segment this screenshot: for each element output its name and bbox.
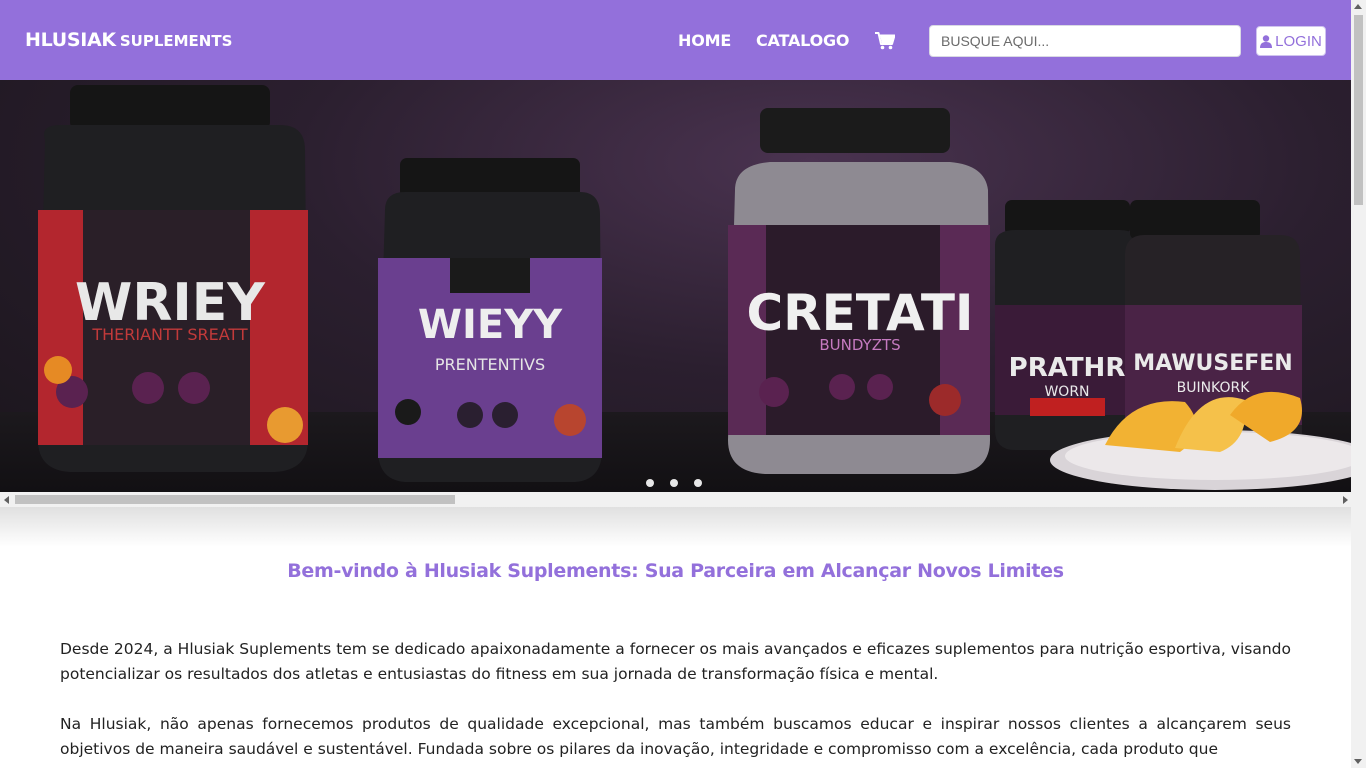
carousel-dot-2[interactable] xyxy=(670,479,678,487)
user-icon xyxy=(1260,34,1273,48)
product-name-3: CRETATI xyxy=(746,284,973,342)
carousel-dot-1[interactable] xyxy=(646,479,654,487)
section-shadow xyxy=(0,507,1351,547)
product-jar-3: CRETATI BUNDYZTS xyxy=(728,108,990,474)
product-sub-4: WORN xyxy=(1044,384,1089,400)
brand-main: HLUSIAK xyxy=(25,29,116,51)
product-jar-2: WIEYY PRENTENTIVS xyxy=(378,158,602,482)
scroll-down-icon[interactable] xyxy=(1354,759,1362,764)
nav-link-home[interactable]: HOME xyxy=(678,31,731,50)
welcome-title: Bem-vindo à Hlusiak Suplements: Sua Parc… xyxy=(287,560,1064,582)
product-sub-5: BUINKORK xyxy=(1177,380,1251,396)
product-sub-2: PRENTENTIVS xyxy=(435,355,545,374)
about-paragraph-1: Desde 2024, a Hlusiak Suplements tem se … xyxy=(60,640,1291,683)
product-jar-1: WRIEY THERIANTT SREATT xyxy=(38,85,308,472)
brand-logo[interactable]: HLUSIAK SUPLEMENTS xyxy=(25,29,232,51)
about-paragraph-2: Na Hlusiak, não apenas fornecemos produt… xyxy=(60,715,1291,758)
scroll-right-icon[interactable] xyxy=(1343,496,1348,504)
search-input[interactable] xyxy=(929,25,1241,57)
product-sub-1: THERIANTT SREATT xyxy=(91,325,248,344)
cart-icon[interactable] xyxy=(875,32,895,50)
nav-link-catalog[interactable]: CATALOGO xyxy=(756,31,850,50)
product-name-5: MAWUSEFEN xyxy=(1133,351,1292,376)
top-navbar: HLUSIAKSUPLEMENTS HOME CATALOGO LOGIN xyxy=(0,0,1351,80)
login-button[interactable]: LOGIN xyxy=(1256,26,1326,56)
scroll-left-icon[interactable] xyxy=(4,496,9,504)
product-name-4: PRATHR xyxy=(1009,353,1126,383)
scroll-up-icon[interactable] xyxy=(1354,4,1362,9)
carousel-indicators xyxy=(646,479,702,487)
product-name-2: WIEYY xyxy=(418,302,563,348)
horizontal-scroll-thumb[interactable] xyxy=(15,495,455,504)
vertical-scroll-thumb[interactable] xyxy=(1354,15,1363,205)
hero-carousel[interactable]: WRIEY THERIANTT SREATT WIEYY PRENTENTIVS xyxy=(0,80,1351,492)
product-sub-3: BUNDYZTS xyxy=(819,336,900,354)
vertical-scrollbar[interactable] xyxy=(1351,0,1366,768)
product-jar-4: PRATHR WORN xyxy=(995,200,1140,450)
product-name-1: WRIEY xyxy=(75,273,266,333)
hero-product-image: WRIEY THERIANTT SREATT WIEYY PRENTENTIVS xyxy=(38,85,1351,490)
login-label: LOGIN xyxy=(1275,32,1322,50)
brand-sub: SUPLEMENTS xyxy=(119,32,233,50)
carousel-dot-3[interactable] xyxy=(694,479,702,487)
horizontal-scrollbar[interactable] xyxy=(0,492,1351,507)
